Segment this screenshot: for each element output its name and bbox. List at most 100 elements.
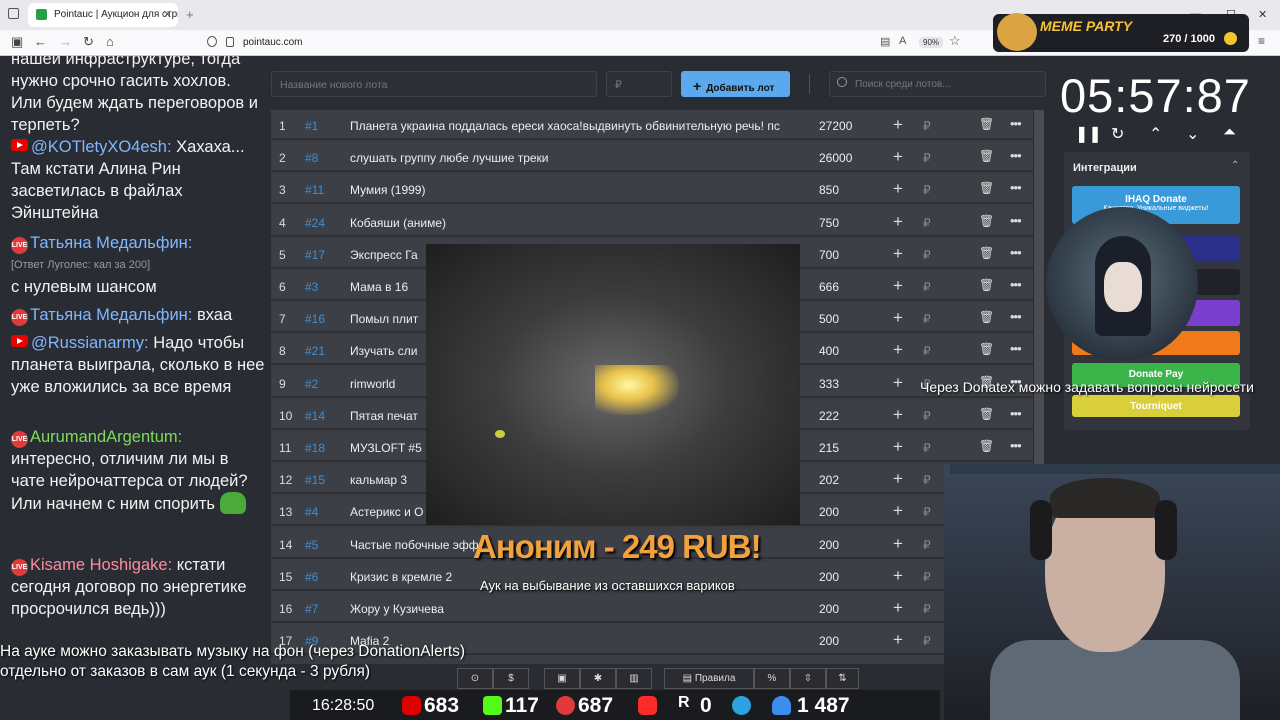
add-amount-icon[interactable]: +: [893, 276, 903, 296]
lot-amount[interactable]: 200: [819, 602, 839, 616]
lot-title[interactable]: Планета украина поддалась ереси хаоса!вы…: [350, 119, 790, 133]
reader-view-icon[interactable]: ▤: [880, 35, 890, 48]
split-icon[interactable]: ⇳: [790, 668, 826, 689]
more-icon[interactable]: •••: [1010, 341, 1022, 356]
bookmark-star-icon[interactable]: ☆: [949, 33, 961, 49]
add-amount-icon[interactable]: +: [893, 534, 903, 554]
collapse-icon[interactable]: ⌃: [1231, 160, 1239, 171]
more-icon[interactable]: •••: [1010, 180, 1022, 195]
menu-icon[interactable]: ≡: [1258, 34, 1265, 48]
add-amount-icon[interactable]: +: [893, 630, 903, 650]
lot-title[interactable]: Мумия (1999): [350, 183, 790, 197]
lot-amount[interactable]: 26000: [819, 151, 852, 165]
add-amount-icon[interactable]: +: [893, 212, 903, 232]
more-icon[interactable]: •••: [1010, 406, 1022, 421]
lot-title[interactable]: Кобаяши (аниме): [350, 216, 790, 230]
tab-overview-icon[interactable]: [8, 8, 19, 19]
forward-icon[interactable]: →: [59, 34, 72, 49]
reload-icon[interactable]: ↻: [83, 34, 94, 50]
add-amount-icon[interactable]: +: [893, 147, 903, 167]
new-tab-button[interactable]: +: [186, 7, 194, 22]
lot-amount[interactable]: 200: [819, 538, 839, 552]
add-amount-icon[interactable]: +: [893, 340, 903, 360]
delete-icon[interactable]: 🗑: [979, 149, 994, 163]
lot-amount[interactable]: 400: [819, 344, 839, 358]
youtube-icon: [402, 696, 421, 715]
delete-icon[interactable]: 🗑: [979, 310, 994, 324]
add-amount-icon[interactable]: +: [893, 405, 903, 425]
more-icon[interactable]: •••: [1010, 116, 1022, 131]
lot-amount[interactable]: 215: [819, 441, 839, 455]
clear-icon[interactable]: ▥: [616, 668, 652, 689]
save-icon[interactable]: ▣: [544, 668, 580, 689]
add-amount-icon[interactable]: +: [893, 115, 903, 135]
lot-amount[interactable]: 202: [819, 473, 839, 487]
cam-top: [950, 464, 1280, 474]
add-amount-icon[interactable]: +: [893, 308, 903, 328]
lot-amount[interactable]: 850: [819, 183, 839, 197]
live-icon: [556, 696, 575, 715]
url-field[interactable]: pointauc.com: [243, 37, 302, 48]
delete-icon[interactable]: 🗑: [979, 439, 994, 453]
window-close-button[interactable]: ✕: [1258, 8, 1267, 21]
lot-title[interactable]: Жору у Кузичева: [350, 602, 790, 616]
delete-icon[interactable]: 🗑: [979, 278, 994, 292]
add-amount-icon[interactable]: +: [893, 179, 903, 199]
zoom-level[interactable]: 90%: [919, 37, 944, 48]
lot-amount[interactable]: 222: [819, 409, 839, 423]
scrollbar[interactable]: [1034, 110, 1044, 470]
lot-amount[interactable]: 200: [819, 634, 839, 648]
lot-amount[interactable]: 27200: [819, 119, 852, 133]
lot-amount[interactable]: 333: [819, 377, 839, 391]
lot-amount[interactable]: 200: [819, 505, 839, 519]
sort-icon[interactable]: ⇅: [826, 668, 859, 689]
delete-icon[interactable]: 🗑: [979, 181, 994, 195]
add-amount-icon[interactable]: +: [893, 566, 903, 586]
lot-amount[interactable]: 700: [819, 248, 839, 262]
donate-icon[interactable]: $: [493, 668, 529, 689]
delete-icon[interactable]: 🗑: [979, 407, 994, 421]
close-tab-icon[interactable]: ✕: [163, 8, 172, 21]
percent-button[interactable]: %: [754, 668, 790, 689]
lot-amount[interactable]: 666: [819, 280, 839, 294]
more-icon[interactable]: •••: [1010, 213, 1022, 228]
delete-icon[interactable]: 🗑: [979, 117, 994, 131]
home-icon[interactable]: ⌂: [106, 34, 114, 49]
add-amount-icon[interactable]: +: [893, 469, 903, 489]
chevron-down-icon[interactable]: ⌄: [1186, 124, 1199, 144]
add-amount-icon[interactable]: +: [893, 598, 903, 618]
pause-icon[interactable]: ❚❚: [1075, 124, 1102, 144]
lot-id: #1: [305, 119, 319, 133]
add-amount-icon[interactable]: +: [893, 373, 903, 393]
add-amount-icon[interactable]: +: [893, 437, 903, 457]
delete-icon[interactable]: 🗑: [979, 246, 994, 260]
delete-icon[interactable]: 🗑: [979, 214, 994, 228]
integration-button[interactable]: Tourniquet: [1072, 395, 1240, 417]
rules-button[interactable]: ▤ Правила: [664, 668, 754, 689]
lot-title[interactable]: слушать группу любе лучшие треки: [350, 151, 790, 165]
lot-name-input[interactable]: Название нового лота: [271, 71, 597, 97]
lot-amount[interactable]: 200: [819, 570, 839, 584]
restart-icon[interactable]: ↻: [1111, 124, 1124, 144]
add-lot-button[interactable]: + Добавить лот: [681, 71, 790, 97]
delete-icon[interactable]: 🗑: [979, 342, 994, 356]
translate-icon[interactable]: A: [899, 35, 906, 47]
more-icon[interactable]: •••: [1010, 148, 1022, 163]
more-icon[interactable]: •••: [1010, 245, 1022, 260]
chevron-up-icon[interactable]: ⌃: [1149, 124, 1162, 144]
double-chevron-up-icon[interactable]: ⏶: [1223, 124, 1236, 142]
sidebar-toggle-icon[interactable]: ▣: [11, 34, 23, 50]
add-amount-icon[interactable]: +: [893, 501, 903, 521]
lot-amount[interactable]: 750: [819, 216, 839, 230]
add-amount-icon[interactable]: +: [893, 244, 903, 264]
lot-amount-input[interactable]: ₽: [606, 71, 672, 97]
more-icon[interactable]: •••: [1010, 309, 1022, 324]
lot-amount[interactable]: 500: [819, 312, 839, 326]
more-icon[interactable]: •••: [1010, 438, 1022, 453]
more-icon[interactable]: •••: [1010, 277, 1022, 292]
back-icon[interactable]: ←: [34, 34, 47, 49]
lot-search-input[interactable]: Поиск среди лотов...: [829, 71, 1046, 97]
site-info-icon[interactable]: [207, 36, 217, 47]
browser-tab[interactable]: Pointauc | Аукцион для стримеров ✕: [28, 3, 178, 27]
bug-icon[interactable]: ✱: [580, 668, 616, 689]
